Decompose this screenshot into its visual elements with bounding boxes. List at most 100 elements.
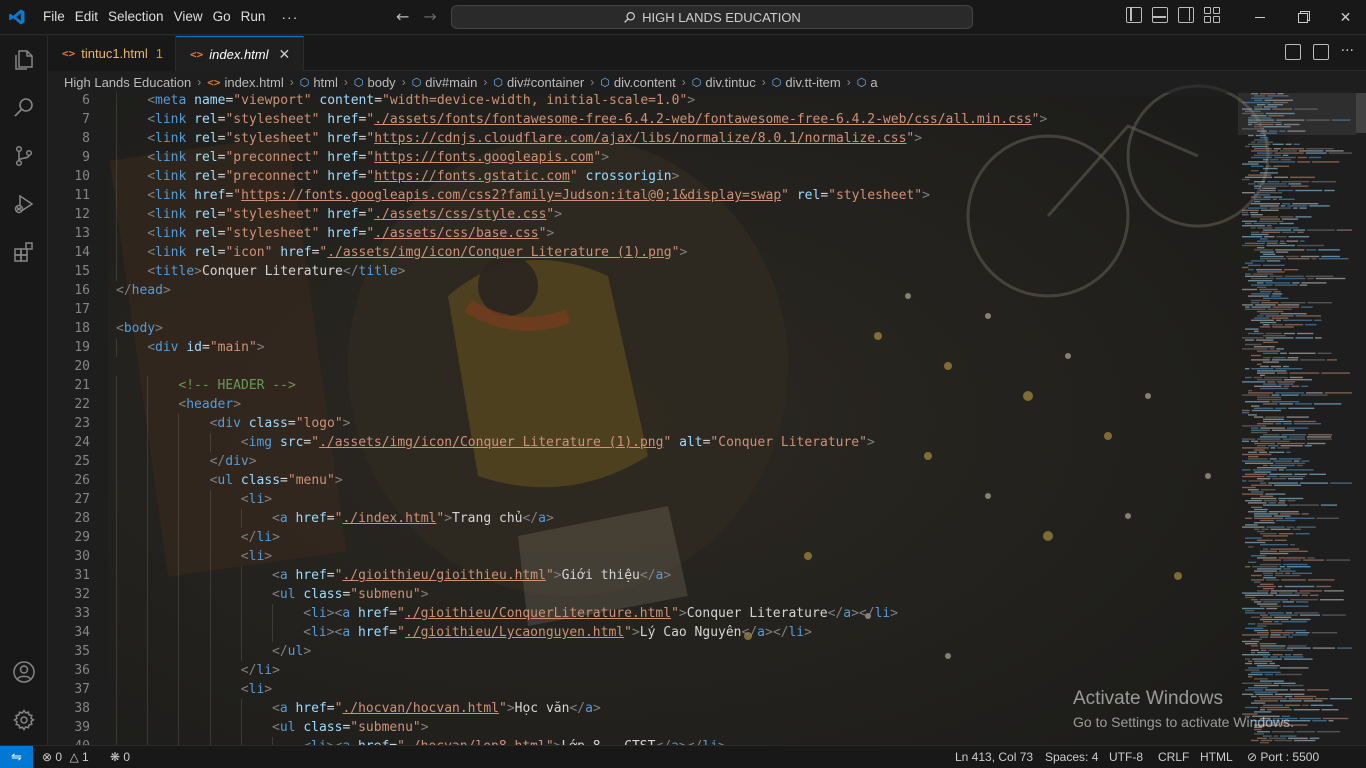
breadcrumb-item[interactable]: <> index.html › <box>207 75 300 90</box>
explorer-icon[interactable] <box>0 36 48 84</box>
open-preview-icon[interactable] <box>1284 44 1301 60</box>
menu-more-button[interactable]: ··· <box>276 4 303 30</box>
code-line[interactable]: 16 </head> <box>48 281 1228 300</box>
menu-selection[interactable]: Selection <box>103 4 169 30</box>
code-line[interactable]: 13 <link rel="stylesheet" href="./assets/… <box>48 224 1228 243</box>
code-line[interactable]: 39 <ul class="submenu"> <box>48 718 1228 737</box>
code-line[interactable]: 6 <meta name="viewport" content="width=de… <box>48 91 1228 110</box>
forward-arrow-icon[interactable]: → <box>423 8 436 26</box>
problems-indicator[interactable]: ⊗ 0 △ 1 <box>42 746 89 768</box>
tab-index[interactable]: <> index.html ✕ <box>176 36 304 71</box>
minimap-line <box>1290 618 1311 621</box>
close-tab-icon[interactable]: ✕ <box>279 46 291 63</box>
code-line[interactable]: 8 <link rel="stylesheet" href="https://cd… <box>48 129 1228 148</box>
minimap-line <box>1301 460 1310 462</box>
code-line[interactable]: 34 <li><a href="./gioithieu/Lycaonguyen.h… <box>48 623 1228 642</box>
menu-edit[interactable]: Edit <box>70 4 103 30</box>
breadcrumb-item[interactable]: ⬡ div.tintuc › <box>692 75 772 90</box>
code-line[interactable]: 36 </li> <box>48 661 1228 680</box>
customize-layout-icon[interactable] <box>1204 7 1220 23</box>
code-line[interactable]: 40 <li><a href="./hocvan/lop8.html">Lớp 8… <box>48 737 1228 745</box>
code-editor[interactable]: 6 <meta name="viewport" content="width=de… <box>48 91 1228 745</box>
remote-indicator-icon[interactable]: ⇋ <box>0 746 33 768</box>
cursor-position[interactable]: Ln 413, Col 73 <box>955 746 1033 768</box>
breadcrumb-item[interactable]: ⬡ div#container › <box>493 75 600 90</box>
minimize-icon[interactable] <box>1238 0 1281 35</box>
minimap-line <box>1263 535 1289 537</box>
breadcrumb-item[interactable]: ⬡ div#main › <box>412 75 494 90</box>
tab-tintuc1[interactable]: <> tintuc1.html 1 <box>48 36 176 71</box>
code-line[interactable]: 9 <link rel="preconnect" href="https://fo… <box>48 148 1228 167</box>
minimap-line <box>1281 434 1307 436</box>
menu-go[interactable]: Go <box>208 4 236 30</box>
code-line[interactable]: 7 <link rel="stylesheet" href="./assets/f… <box>48 110 1228 129</box>
command-center-search[interactable]: HIGH LANDS EDUCATION <box>451 5 973 29</box>
run-debug-icon[interactable] <box>0 180 48 228</box>
code-line[interactable]: 12 <link rel="stylesheet" href="./assets/… <box>48 205 1228 224</box>
menu-view[interactable]: View <box>169 4 208 30</box>
code-line[interactable]: 25 </div> <box>48 452 1228 471</box>
code-line[interactable]: 18 <body> <box>48 319 1228 338</box>
breadcrumb-item[interactable]: High Lands Education › <box>64 75 207 90</box>
code-line[interactable]: 26 <ul class="menu"> <box>48 471 1228 490</box>
minimap-line <box>1299 614 1321 616</box>
code-line[interactable]: 32 <ul class="submenu"> <box>48 585 1228 604</box>
minimap-line <box>1291 385 1300 387</box>
minimap-viewport[interactable] <box>1238 93 1356 135</box>
menu-file[interactable]: File <box>38 4 70 30</box>
minimap-line <box>1260 387 1289 390</box>
code-line[interactable]: 11 <link href="https://fonts.googleapis.c… <box>48 186 1228 205</box>
code-line[interactable]: 29 </li> <box>48 528 1228 547</box>
more-actions-icon[interactable]: ··· <box>1341 44 1354 60</box>
line-ending[interactable]: CRLF <box>1158 746 1189 768</box>
vertical-scrollbar[interactable] <box>1356 93 1366 133</box>
code-line[interactable]: 28 <a href="./index.html">Trang chủ</a> <box>48 509 1228 528</box>
code-line[interactable]: 20 <box>48 357 1228 376</box>
breadcrumb-item[interactable]: ⬡ html › <box>300 75 354 90</box>
code-line[interactable]: 21 <!-- HEADER --> <box>48 376 1228 395</box>
breadcrumb-item[interactable]: ⬡ body › <box>354 75 412 90</box>
live-server-port[interactable]: ⊘ Port : 5500 <box>1247 746 1319 768</box>
source-control-icon[interactable] <box>0 132 48 180</box>
close-window-icon[interactable]: ✕ <box>1324 0 1366 35</box>
code-line[interactable]: 37 <li> <box>48 680 1228 699</box>
code-line[interactable]: 27 <li> <box>48 490 1228 509</box>
toggle-primary-sidebar-icon[interactable] <box>1126 7 1142 23</box>
menu-run[interactable]: Run <box>236 4 271 30</box>
encoding[interactable]: UTF-8 <box>1109 746 1143 768</box>
account-icon[interactable] <box>0 648 48 696</box>
minimap-line <box>1254 508 1268 511</box>
minimap[interactable] <box>1238 93 1356 745</box>
minimap-line <box>1283 568 1291 570</box>
code-line[interactable]: 15 <title>Conquer Literature</title> <box>48 262 1228 281</box>
code-line[interactable]: 24 <img src="./assets/img/icon/Conquer Li… <box>48 433 1228 452</box>
code-line[interactable]: 30 <li> <box>48 547 1228 566</box>
toggle-panel-icon[interactable] <box>1152 7 1168 23</box>
code-line[interactable]: 19 <div id="main"> <box>48 338 1228 357</box>
toggle-secondary-sidebar-icon[interactable] <box>1178 7 1194 23</box>
code-line[interactable]: 14 <link rel="icon" href="./assets/img/ic… <box>48 243 1228 262</box>
code-line[interactable]: 38 <a href="./hocvan/hocvan.html">Học văn… <box>48 699 1228 718</box>
code-line[interactable]: 35 </ul> <box>48 642 1228 661</box>
restore-icon[interactable] <box>1281 0 1324 35</box>
code-line[interactable]: 10 <link rel="preconnect" href="https://f… <box>48 167 1228 186</box>
minimap-line <box>1260 489 1276 491</box>
code-line[interactable]: 33 <li><a href="./gioithieu/ConquerLitera… <box>48 604 1228 623</box>
code-line[interactable]: 23 <div class="logo"> <box>48 414 1228 433</box>
code-line[interactable]: 17 <box>48 300 1228 319</box>
indentation[interactable]: Spaces: 4 <box>1045 746 1098 768</box>
back-arrow-icon[interactable]: ← <box>396 8 409 26</box>
code-line[interactable]: 31 <a href="./gioithieu/gioithieu.html">G… <box>48 566 1228 585</box>
search-icon[interactable] <box>0 84 48 132</box>
language-mode[interactable]: HTML <box>1200 746 1233 768</box>
breadcrumb-item[interactable]: ⬡ div.tt-item › <box>772 75 857 90</box>
ports-indicator[interactable]: ❋ 0 <box>110 746 130 768</box>
code-line[interactable]: 22 <header> <box>48 395 1228 414</box>
extensions-icon[interactable] <box>0 228 48 276</box>
split-editor-icon[interactable] <box>1312 44 1329 60</box>
breadcrumb-item[interactable]: ⬡ a <box>857 75 878 90</box>
element-cube-icon: ⬡ <box>411 76 422 89</box>
minimap-line <box>1251 165 1264 167</box>
breadcrumb-item[interactable]: ⬡ div.content › <box>600 75 692 90</box>
settings-gear-icon[interactable] <box>0 696 48 744</box>
